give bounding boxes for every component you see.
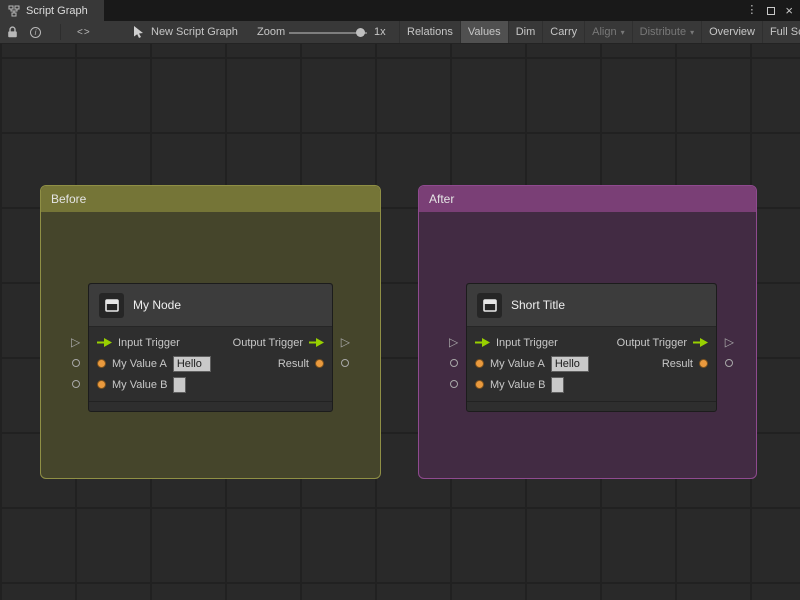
node-title: Short Title (511, 298, 566, 312)
external-value-port[interactable] (450, 359, 458, 367)
lock-icon[interactable] (7, 21, 18, 43)
graph-name[interactable]: New Script Graph (151, 21, 238, 43)
port-row: My Value A Result (467, 353, 716, 374)
external-value-port[interactable] (450, 380, 458, 388)
zoom-label: Zoom (257, 26, 286, 38)
fullscreen-button[interactable]: Full Screen (761, 21, 800, 43)
value-port-icon[interactable] (97, 380, 106, 389)
relations-button[interactable]: Relations (399, 21, 460, 43)
toolbar-separator (60, 24, 61, 40)
graph-toolbar: i <> New Script Graph Zoom 1x Relations … (0, 21, 800, 44)
value-b-input[interactable] (551, 376, 565, 393)
external-result-port[interactable] (725, 359, 733, 367)
tab-script-graph[interactable]: Script Graph (0, 0, 104, 21)
tab-bar: Script Graph ⋮ × (0, 0, 800, 21)
value-a-input[interactable] (172, 355, 211, 372)
port-label: Result (277, 357, 309, 370)
chevron-down-icon: ▾ (690, 27, 695, 37)
port-row: Input Trigger Output Trigger (89, 332, 332, 353)
node-short-title[interactable]: Short Title Input Trigger Output Trigger (449, 283, 734, 412)
node-ports: Input Trigger Output Trigger My Value A … (89, 327, 332, 395)
values-button[interactable]: Values (459, 21, 508, 43)
port-row: Input Trigger Output Trigger (467, 332, 716, 353)
kebab-menu-icon[interactable]: ⋮ (746, 5, 757, 16)
value-port-icon[interactable] (475, 359, 484, 368)
node-title: My Node (133, 298, 182, 312)
node-ports: Input Trigger Output Trigger My Value A … (467, 327, 716, 395)
port-label: My Value A (490, 357, 545, 370)
port-label: Input Trigger (496, 336, 558, 349)
zoom-slider-knob[interactable] (356, 28, 365, 37)
trigger-in-icon[interactable] (97, 338, 112, 347)
unit-icon (99, 292, 124, 318)
value-port-icon[interactable] (315, 359, 324, 368)
close-icon[interactable]: × (785, 4, 793, 17)
info-glyph: i (30, 26, 41, 38)
external-trigger-in-port[interactable]: ▷ (449, 336, 458, 348)
port-label: Result (661, 357, 693, 370)
distribute-label: Distribute (639, 26, 687, 38)
external-value-port[interactable] (72, 380, 80, 388)
port-label: Output Trigger (232, 336, 303, 349)
value-port-icon[interactable] (699, 359, 708, 368)
graph-cursor-icon (133, 21, 144, 43)
group-header[interactable]: After (419, 186, 756, 212)
zoom-value: 1x (374, 26, 386, 38)
trigger-out-icon[interactable] (693, 338, 708, 347)
port-label: My Value A (112, 357, 167, 370)
window-controls: ⋮ × (746, 0, 793, 21)
dim-button[interactable]: Dim (507, 21, 543, 43)
external-value-port[interactable] (72, 359, 80, 367)
info-icon[interactable]: i (30, 21, 41, 43)
maximize-icon[interactable] (767, 6, 776, 15)
port-label: Input Trigger (118, 336, 180, 349)
distribute-button[interactable]: Distribute ▾ (631, 21, 701, 43)
value-port-icon[interactable] (97, 359, 106, 368)
value-a-input[interactable] (550, 355, 589, 372)
port-label: My Value B (490, 378, 546, 391)
node-header[interactable]: My Node (89, 284, 332, 327)
external-trigger-out-port[interactable]: ▷ (725, 336, 734, 348)
external-trigger-out-port[interactable]: ▷ (341, 336, 350, 348)
trigger-out-icon[interactable] (309, 338, 324, 347)
toolbar-buttons: Relations Values Dim Carry Align ▾ Distr… (399, 21, 800, 43)
trigger-in-icon[interactable] (475, 338, 490, 347)
code-icon[interactable]: <> (77, 21, 91, 43)
external-result-port[interactable] (341, 359, 349, 367)
port-row: My Value B (89, 374, 332, 395)
group-title: Before (51, 192, 87, 206)
node-footer (89, 401, 332, 411)
graph-canvas[interactable]: Before After My Node Input Trigger Outpu… (0, 44, 800, 600)
group-header[interactable]: Before (41, 186, 380, 212)
port-label: My Value B (112, 378, 168, 391)
unit-icon (477, 292, 502, 318)
overview-button[interactable]: Overview (701, 21, 762, 43)
node-footer (467, 401, 716, 411)
node-header[interactable]: Short Title (467, 284, 716, 327)
port-row: My Value A Result (89, 353, 332, 374)
group-title: After (429, 192, 455, 206)
node-my-node[interactable]: My Node Input Trigger Output Trigger My … (71, 283, 350, 412)
value-port-icon[interactable] (475, 380, 484, 389)
carry-button[interactable]: Carry (542, 21, 584, 43)
tab-title: Script Graph (26, 4, 88, 17)
align-button[interactable]: Align ▾ (584, 21, 631, 43)
value-b-input[interactable] (173, 376, 187, 393)
chevron-down-icon: ▾ (620, 27, 625, 37)
port-label: Output Trigger (616, 336, 687, 349)
external-trigger-in-port[interactable]: ▷ (71, 336, 80, 348)
port-row: My Value B (467, 374, 716, 395)
align-label: Align (592, 26, 617, 38)
script-graph-icon (8, 5, 20, 17)
